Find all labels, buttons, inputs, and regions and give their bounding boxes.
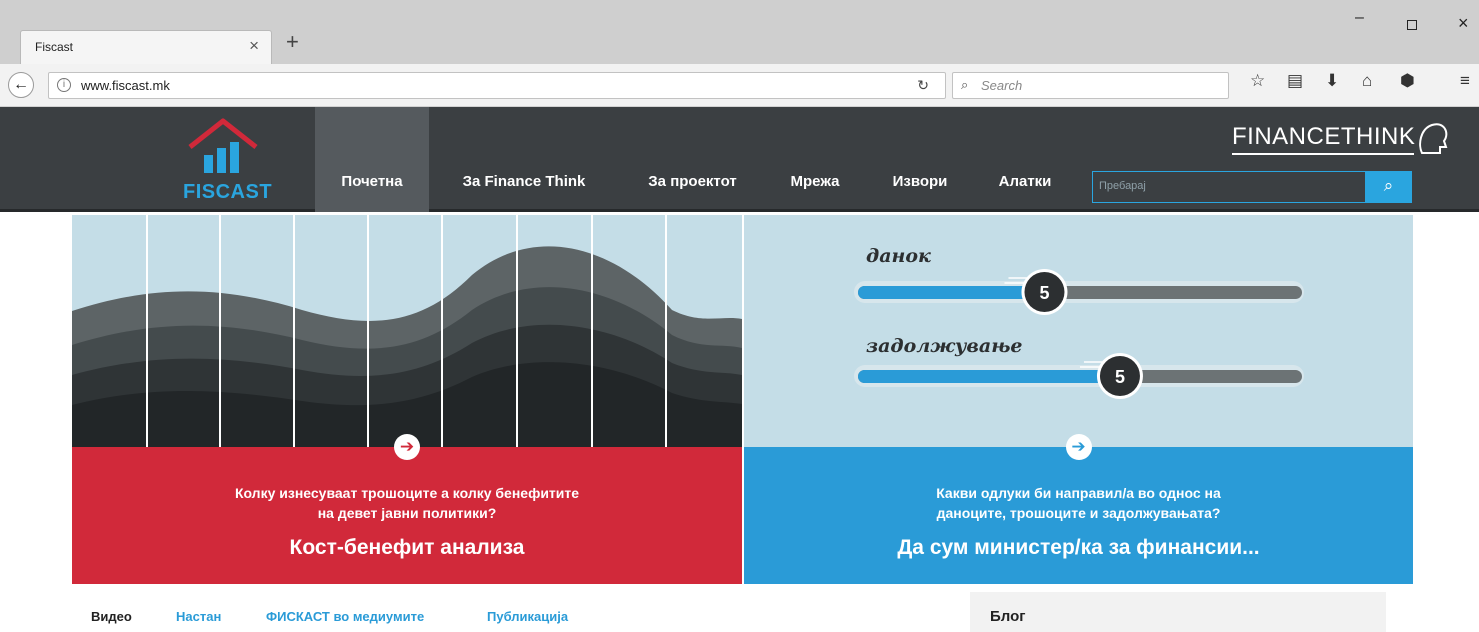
slider-tracks: 5 5 xyxy=(854,269,1304,399)
wave-graphic xyxy=(72,215,742,447)
slider-knob-value: 5 xyxy=(1115,367,1125,387)
address-bar[interactable]: i www.fiscast.mk ↻ xyxy=(48,72,946,99)
pocket-icon[interactable]: ⬢ xyxy=(1400,72,1415,89)
nav-item-about-finance-think[interactable]: За Finance Think xyxy=(444,107,604,212)
arrow-right-icon[interactable]: ➔ xyxy=(1065,434,1092,460)
search-icon: ⌕ xyxy=(1383,176,1394,195)
question-line: даноците, трошоците и задолжувањата? xyxy=(936,505,1221,521)
site-search-placeholder: Пребарај xyxy=(1099,180,1146,192)
tab-title: Fiscast xyxy=(35,40,74,54)
question-line: на девет јавни политики? xyxy=(317,505,497,521)
cost-benefit-panel[interactable]: ➔ Колку изнесуваат трошоците а колку бен… xyxy=(72,215,742,584)
head-profile-icon xyxy=(1419,123,1448,154)
site-search-button[interactable]: ⌕ xyxy=(1365,171,1412,203)
nav-item-home[interactable]: Почетна xyxy=(315,107,429,212)
nav-item-network[interactable]: Мрежа xyxy=(775,107,855,212)
question-line: Колку изнесуваат трошоците а колку бенеф… xyxy=(234,485,580,501)
nav-item-tools[interactable]: Алатки xyxy=(980,107,1070,212)
clipboard-icon[interactable]: ▤ xyxy=(1287,72,1303,89)
cost-benefit-caption[interactable]: ➔ Колку изнесуваат трошоците а колку бен… xyxy=(72,434,742,584)
download-icon[interactable]: ⬇ xyxy=(1325,72,1339,89)
blog-title[interactable]: Блог xyxy=(990,608,1026,625)
browser-tab[interactable]: Fiscast × xyxy=(20,30,272,64)
tab-close-icon[interactable]: × xyxy=(249,37,259,54)
financethink-logo[interactable]: FINANCETHINK xyxy=(1232,119,1452,159)
blog-box: Блог xyxy=(970,592,1386,632)
tab-media[interactable]: ФИСКАСТ во медиумите xyxy=(266,609,424,624)
minister-caption[interactable]: ➔ Какви одлуки би направил/а во однос на… xyxy=(744,434,1413,584)
url-text[interactable]: www.fiscast.mk xyxy=(81,78,170,93)
site-search-field[interactable]: Пребарај ⌕ xyxy=(1092,171,1412,203)
question-line: Какви одлуки би направил/а во однос на xyxy=(936,485,1221,501)
minister-title[interactable]: Да сум министер/ка за финансии... xyxy=(744,536,1413,560)
nav-item-sources[interactable]: Извори xyxy=(875,107,965,212)
logo-text[interactable]: FISCAST xyxy=(183,181,272,204)
nav-item-about-project[interactable]: За проектот xyxy=(625,107,760,212)
tab-event[interactable]: Настан xyxy=(176,609,221,624)
site-header: FISCAST Почетна За Finance Think За прое… xyxy=(0,107,1479,212)
home-icon[interactable]: ⌂ xyxy=(1362,72,1372,89)
window-close-icon[interactable]: × xyxy=(1458,14,1469,32)
logo-underline xyxy=(1232,153,1414,155)
star-icon[interactable]: ☆ xyxy=(1250,72,1265,89)
slider-knob-value: 5 xyxy=(1039,283,1049,303)
browser-search-field[interactable]: ⌕ Search xyxy=(952,72,1229,99)
menu-icon[interactable]: ≡ xyxy=(1460,72,1470,89)
cost-benefit-question: Колку изнесуваат трошоците а колку бенеф… xyxy=(72,483,742,523)
info-icon[interactable]: i xyxy=(57,78,71,92)
cost-benefit-title[interactable]: Кост-бенефит анализа xyxy=(72,536,742,560)
search-icon: ⌕ xyxy=(961,77,969,92)
arrow-right-icon[interactable]: ➔ xyxy=(394,434,420,460)
minister-question: Какви одлуки би направил/а во однос на д… xyxy=(744,483,1413,523)
new-tab-icon[interactable]: + xyxy=(286,31,299,53)
minister-panel[interactable]: данок 5 5 задолжување ➔ Какви одлуки би … xyxy=(744,215,1413,584)
window-minimize-icon[interactable]: – xyxy=(1355,10,1364,26)
back-arrow-icon[interactable]: ← xyxy=(8,72,34,98)
tab-publication[interactable]: Публикација xyxy=(487,609,568,624)
house-chart-icon xyxy=(188,118,258,173)
financethink-logo-text: FINANCETHINK xyxy=(1232,123,1416,150)
tab-video[interactable]: Видео xyxy=(91,609,132,624)
window-maximize-icon[interactable] xyxy=(1407,20,1417,30)
slider-graphic: данок 5 5 задолжување xyxy=(744,215,1413,447)
reload-icon[interactable]: ↻ xyxy=(917,77,929,94)
slider-label-debt: задолжување xyxy=(866,335,1023,357)
search-placeholder: Search xyxy=(981,78,1023,93)
browser-titlebar: Fiscast × + – × xyxy=(0,0,1479,64)
